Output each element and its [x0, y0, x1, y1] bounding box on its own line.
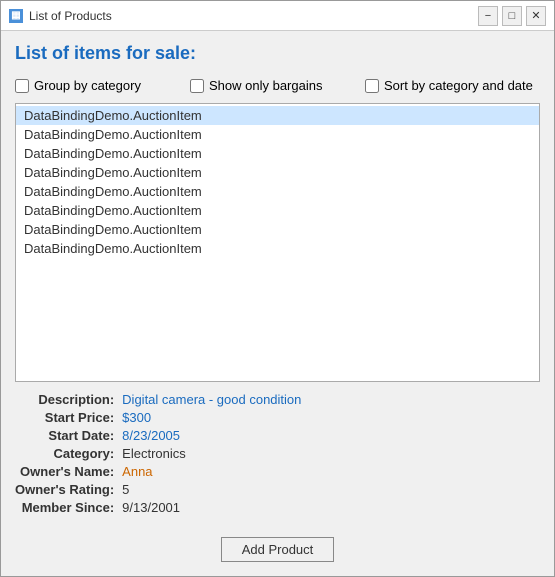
member-since-value: 9/13/2001 [122, 500, 540, 515]
show-only-bargains-checkbox[interactable] [190, 79, 204, 93]
member-since-label: Member Since: [15, 500, 118, 515]
minimize-button[interactable]: − [478, 6, 498, 26]
list-item[interactable]: DataBindingDemo.AuctionItem [16, 220, 539, 239]
category-value: Electronics [122, 446, 540, 461]
category-label: Category: [15, 446, 118, 461]
owners-name-label: Owner's Name: [15, 464, 118, 479]
page-heading: List of items for sale: [15, 43, 540, 64]
main-window: ▦ List of Products − □ ✕ List of items f… [0, 0, 555, 577]
list-item[interactable]: DataBindingDemo.AuctionItem [16, 201, 539, 220]
details-section: Description: Digital camera - good condi… [15, 392, 540, 515]
add-product-button[interactable]: Add Product [221, 537, 335, 562]
group-by-category-text: Group by category [34, 78, 141, 93]
owners-rating-label: Owner's Rating: [15, 482, 118, 497]
maximize-button[interactable]: □ [502, 6, 522, 26]
owners-name-value: Anna [122, 464, 540, 479]
title-bar: ▦ List of Products − □ ✕ [1, 1, 554, 31]
list-item[interactable]: DataBindingDemo.AuctionItem [16, 106, 539, 125]
start-price-value: $300 [122, 410, 540, 425]
start-date-label: Start Date: [15, 428, 118, 443]
checkboxes-row: Group by category Show only bargains Sor… [15, 78, 540, 93]
list-item[interactable]: DataBindingDemo.AuctionItem [16, 144, 539, 163]
list-item[interactable]: DataBindingDemo.AuctionItem [16, 239, 539, 258]
show-only-bargains-text: Show only bargains [209, 78, 322, 93]
list-item[interactable]: DataBindingDemo.AuctionItem [16, 182, 539, 201]
start-date-value: 8/23/2005 [122, 428, 540, 443]
owners-rating-value: 5 [122, 482, 540, 497]
sort-by-category-date-text: Sort by category and date [384, 78, 533, 93]
group-by-category-label[interactable]: Group by category [15, 78, 190, 93]
description-label: Description: [15, 392, 118, 407]
window-title: List of Products [29, 9, 472, 23]
start-price-label: Start Price: [15, 410, 118, 425]
description-value: Digital camera - good condition [122, 392, 540, 407]
window-icon: ▦ [9, 9, 23, 23]
window-body: List of items for sale: Group by categor… [1, 31, 554, 527]
show-only-bargains-label[interactable]: Show only bargains [190, 78, 365, 93]
list-item[interactable]: DataBindingDemo.AuctionItem [16, 125, 539, 144]
sort-by-category-date-label[interactable]: Sort by category and date [365, 78, 540, 93]
title-bar-controls: − □ ✕ [478, 6, 546, 26]
close-button[interactable]: ✕ [526, 6, 546, 26]
group-by-category-checkbox[interactable] [15, 79, 29, 93]
sort-by-category-date-checkbox[interactable] [365, 79, 379, 93]
list-item[interactable]: DataBindingDemo.AuctionItem [16, 163, 539, 182]
bottom-bar: Add Product [1, 527, 554, 576]
items-listbox[interactable]: DataBindingDemo.AuctionItemDataBindingDe… [15, 103, 540, 382]
